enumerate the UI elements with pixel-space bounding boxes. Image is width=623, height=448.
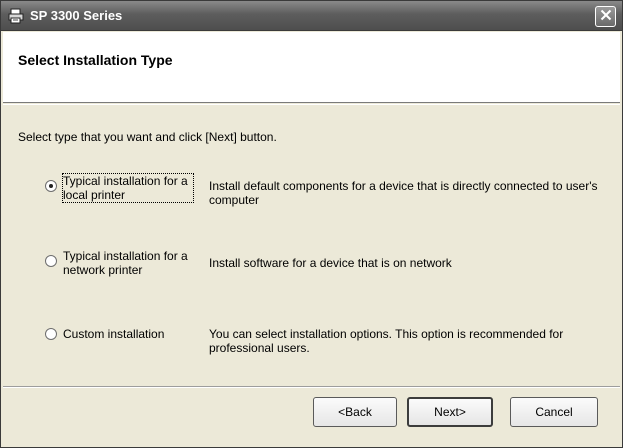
option-label[interactable]: Typical installation for a local printer xyxy=(62,173,194,203)
content-area: Select type that you want and click [Nex… xyxy=(3,105,620,385)
option-custom[interactable]: Custom installation You can select insta… xyxy=(3,325,620,365)
radio-network-printer[interactable] xyxy=(45,255,57,267)
page-title: Select Installation Type xyxy=(18,52,173,68)
title-bar[interactable]: SP 3300 Series xyxy=(1,1,622,31)
header-panel: Select Installation Type xyxy=(3,32,620,103)
option-description: You can select installation options. Thi… xyxy=(209,327,564,355)
close-icon xyxy=(600,9,612,24)
radio-local-printer[interactable] xyxy=(45,180,57,192)
option-network-printer[interactable]: Typical installation for a network print… xyxy=(3,247,620,287)
radio-custom[interactable] xyxy=(45,328,57,340)
cancel-button[interactable]: Cancel xyxy=(510,397,598,427)
option-description: Install software for a device that is on… xyxy=(209,256,452,270)
next-button[interactable]: Next> xyxy=(407,397,493,427)
close-button[interactable] xyxy=(595,6,616,27)
window-title: SP 3300 Series xyxy=(30,8,123,23)
option-description: Install default components for a device … xyxy=(209,179,598,207)
option-label[interactable]: Custom installation xyxy=(63,327,193,341)
back-button[interactable]: <Back xyxy=(313,397,397,427)
printer-icon xyxy=(8,8,24,24)
option-label[interactable]: Typical installation for a network print… xyxy=(63,249,193,277)
option-local-printer[interactable]: Typical installation for a local printer… xyxy=(3,172,620,212)
footer-divider xyxy=(3,386,620,388)
instruction-text: Select type that you want and click [Nex… xyxy=(18,130,277,144)
installer-window: SP 3300 Series Select Installation Type … xyxy=(0,0,623,448)
